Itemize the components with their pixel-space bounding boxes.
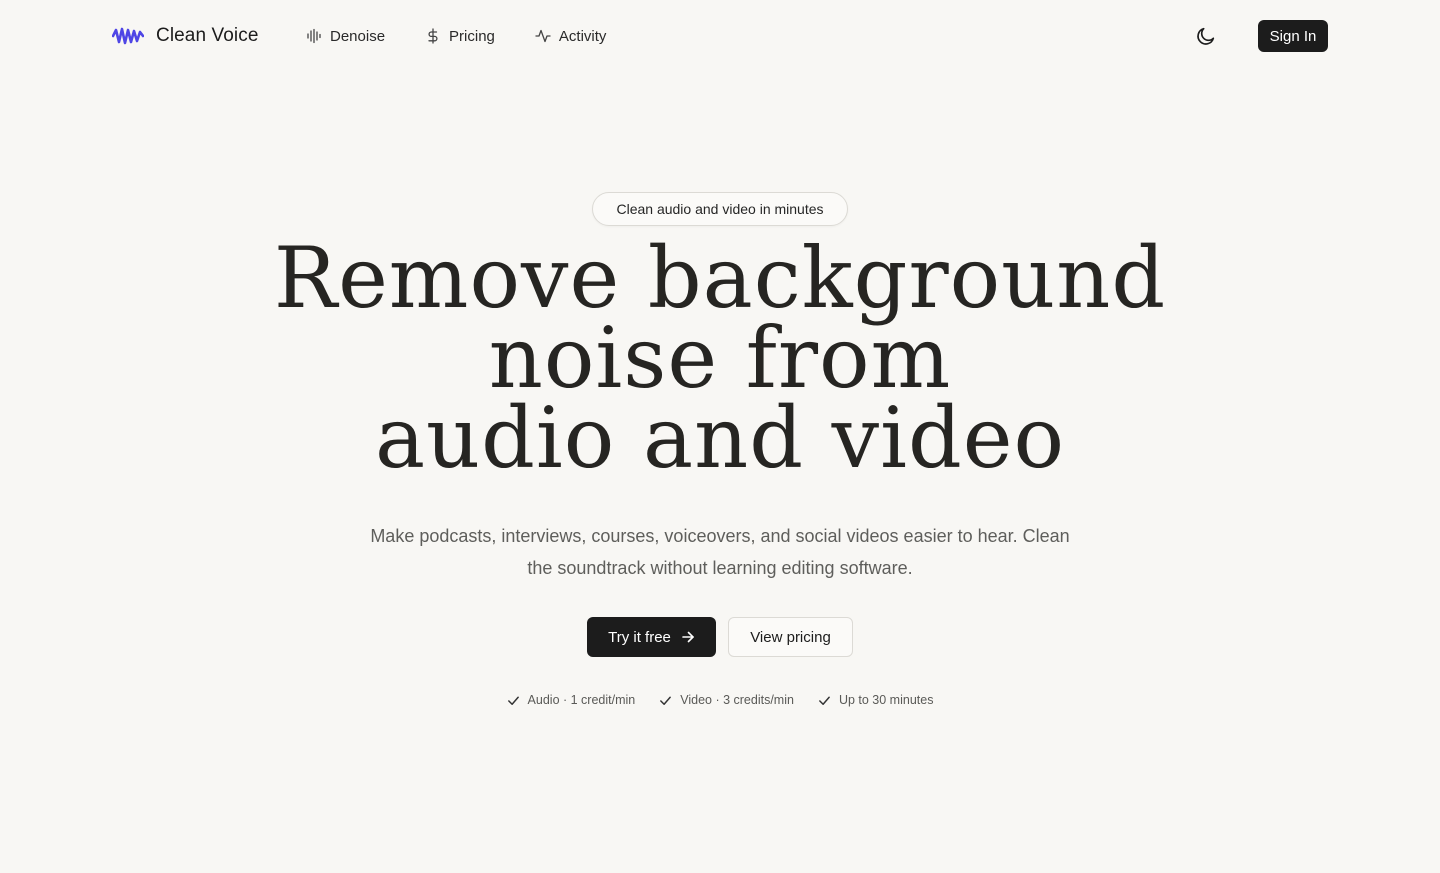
try-free-button[interactable]: Try it free: [587, 617, 716, 657]
hero-subtitle: Make podcasts, interviews, courses, voic…: [370, 526, 1070, 578]
brand-name: Clean Voice: [156, 25, 259, 46]
top-navigation: Clean Voice Denoise Pricing Activity Sig…: [0, 0, 1440, 72]
sign-in-button[interactable]: Sign In: [1258, 20, 1328, 52]
feature-item: Up to 30 minutes: [818, 690, 934, 710]
feature-item: Audio · 1 credit/min: [507, 690, 636, 710]
nav-item-label: Activity: [558, 27, 607, 45]
activity-icon: [535, 29, 551, 43]
feature-list: Audio · 1 credit/min Video · 3 credits/m…: [0, 690, 1440, 710]
nav-item-label: Pricing: [449, 27, 495, 45]
waveform-logo-icon: [112, 27, 144, 45]
hero-headline: Remove background noise from audio and v…: [0, 229, 1440, 487]
view-pricing-button[interactable]: View pricing: [728, 617, 853, 657]
audio-lines-icon: [307, 28, 321, 44]
feature-label: Up to 30 minutes: [838, 693, 934, 707]
brand-logo-link[interactable]: Clean Voice: [112, 22, 259, 50]
feature-label: Video · 3 credits/min: [680, 693, 794, 707]
nav-item-activity[interactable]: Activity: [535, 24, 607, 48]
moon-icon: [1197, 27, 1215, 45]
headline-line-1: Remove background: [273, 229, 1167, 327]
theme-toggle-button[interactable]: [1193, 22, 1219, 50]
try-free-label: Try it free: [608, 628, 671, 646]
check-icon: [660, 696, 672, 705]
check-icon: [819, 696, 830, 705]
nav-item-denoise[interactable]: Denoise: [306, 24, 385, 48]
nav-item-label: Denoise: [330, 27, 386, 45]
arrow-right-icon: [682, 631, 694, 643]
dollar-sign-icon: [428, 28, 438, 44]
headline-line-2: noise from: [488, 309, 952, 407]
check-icon: [507, 696, 519, 705]
headline-line-3: audio and video: [374, 389, 1066, 487]
hero-cta-group: Try it free View pricing: [0, 617, 1440, 657]
feature-label: Audio · 1 credit/min: [527, 693, 636, 707]
feature-item: Video · 3 credits/min: [659, 690, 794, 710]
nav-item-pricing[interactable]: Pricing: [425, 24, 495, 48]
hero-badge: Clean audio and video in minutes: [592, 192, 848, 226]
nav-links: Denoise Pricing Activity: [306, 24, 606, 48]
